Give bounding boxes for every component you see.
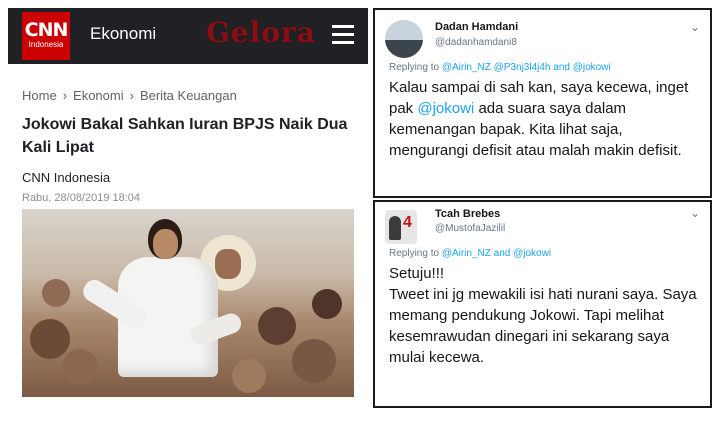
tweet-handle[interactable]: @MustofaJazilil xyxy=(435,223,505,234)
tweet-display-name[interactable]: Tcah Brebes xyxy=(435,208,500,220)
logo-text: CNN xyxy=(24,19,69,41)
replying-to: Replying to @Airin_NZ @P3nj3l4j4h and @j… xyxy=(389,62,611,73)
replying-prefix: Replying to xyxy=(389,248,440,259)
article-source: CNN Indonesia xyxy=(22,170,111,185)
breadcrumb-ekonomi[interactable]: Ekonomi xyxy=(73,88,124,103)
replying-to: Replying to @Airin_NZ and @jokowi xyxy=(389,248,551,259)
replying-mentions[interactable]: @Airin_NZ and @jokowi xyxy=(442,248,551,259)
section-title[interactable]: Ekonomi xyxy=(90,24,156,44)
article-date: Rabu, 28/08/2019 18:04 xyxy=(22,192,141,204)
replying-mentions[interactable]: @Airin_NZ @P3nj3l4j4h and @jokowi xyxy=(442,62,611,73)
tweet-handle[interactable]: @dadanhamdani8 xyxy=(435,37,517,48)
site-header: CNN Indonesia Ekonomi Gelora xyxy=(8,8,368,64)
breadcrumb-berita-keuangan[interactable]: Berita Keuangan xyxy=(140,88,237,103)
logo-subtext: Indonesia xyxy=(28,40,64,49)
tweet-text: Kalau sampai di sah kan, saya kecewa, in… xyxy=(389,77,699,161)
breadcrumb-home[interactable]: Home xyxy=(22,88,57,103)
replying-prefix: Replying to xyxy=(389,62,440,73)
breadcrumb-separator: › xyxy=(62,88,68,103)
news-article-panel: CNN Indonesia Ekonomi Gelora Home › Ekonom… xyxy=(8,8,368,426)
breadcrumb: Home › Ekonomi › Berita Keuangan xyxy=(22,88,237,103)
avatar[interactable]: 4 xyxy=(385,210,417,244)
article-photo xyxy=(22,209,354,397)
chevron-down-icon[interactable]: ⌄ xyxy=(690,207,700,219)
hamburger-menu-icon[interactable] xyxy=(332,25,354,45)
cnn-indonesia-logo[interactable]: CNN Indonesia xyxy=(22,12,70,60)
tweet-card[interactable]: Dadan Hamdani @dadanhamdani8 ⌄ Replying … xyxy=(373,8,712,198)
chevron-down-icon[interactable]: ⌄ xyxy=(690,21,700,33)
breadcrumb-separator: › xyxy=(129,88,134,103)
article-headline: Jokowi Bakal Sahkan Iuran BPJS Naik Dua … xyxy=(22,116,348,156)
avatar[interactable] xyxy=(385,20,423,58)
tweet-mention-link[interactable]: @jokowi xyxy=(417,100,474,117)
tweet-card[interactable]: 4 Tcah Brebes @MustofaJazilil ⌄ Replying… xyxy=(373,200,712,408)
gelora-watermark: Gelora xyxy=(206,16,316,49)
tweet-text: Setuju!!! Tweet ini jg mewakili isi hati… xyxy=(389,265,697,366)
tweet-display-name[interactable]: Dadan Hamdani xyxy=(435,21,518,33)
